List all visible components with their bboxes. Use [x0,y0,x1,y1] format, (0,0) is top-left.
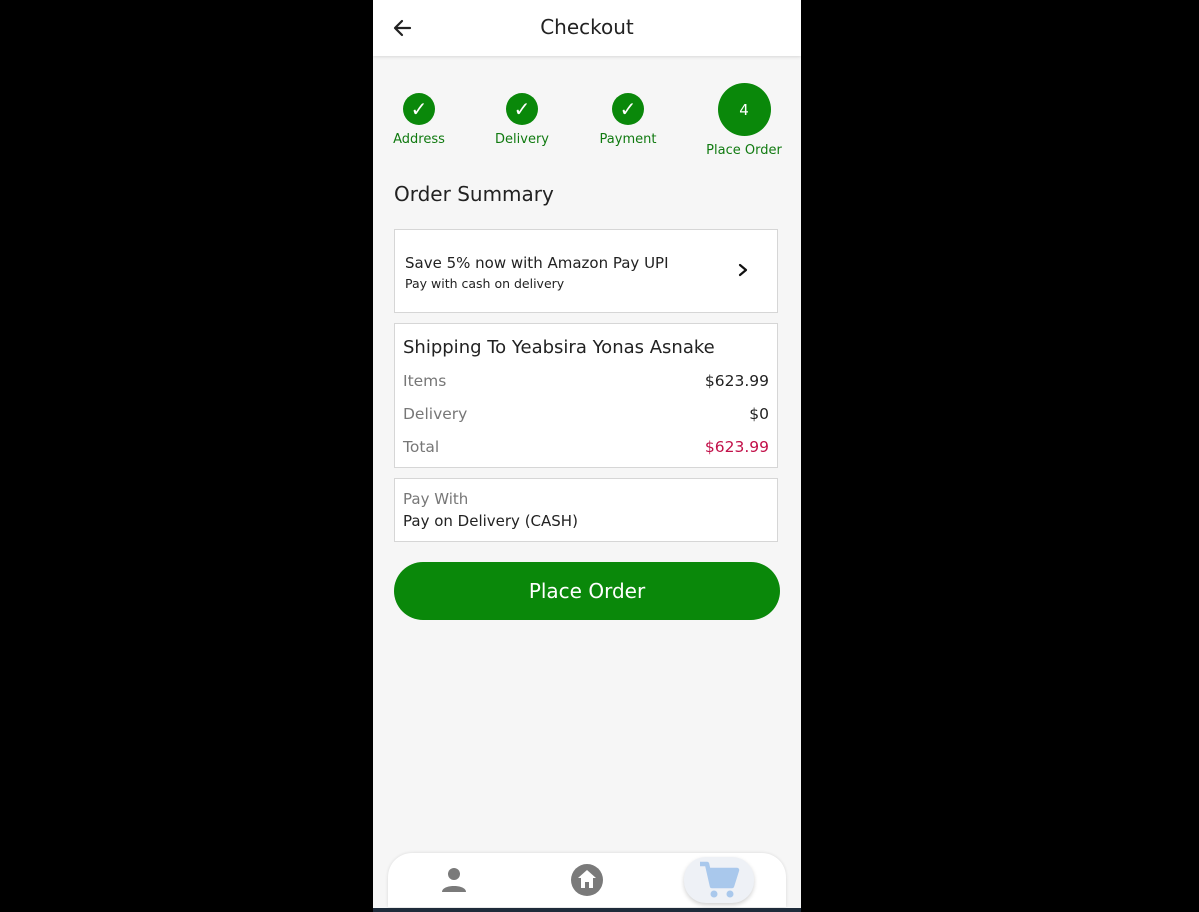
promo-subtitle: Pay with cash on delivery [405,276,565,291]
step-label: Payment [599,132,657,147]
step-place-order[interactable]: 4 Place Order [704,83,784,158]
bottom-divider [373,908,801,912]
delivery-label: Delivery [403,405,468,423]
step-label: Delivery [495,132,549,147]
step-number: 4 [717,83,771,136]
nav-home[interactable] [552,857,622,903]
check-icon: ✓ [506,93,538,125]
home-icon [571,864,603,896]
delivery-value: $0 [749,405,769,423]
delivery-row: Delivery $0 [403,405,769,427]
total-value: $623.99 [704,438,769,456]
order-summary-title: Order Summary [394,182,554,206]
items-row: Items $623.99 [403,372,769,394]
cart-icon [700,861,740,898]
total-label: Total [403,438,440,456]
checkout-stepper: ✓ Address ✓ Delivery ✓ Payment 4 Place O… [373,0,801,170]
step-delivery[interactable]: ✓ Delivery [491,93,553,147]
check-icon: ✓ [612,93,644,125]
chevron-right-icon [738,263,748,277]
check-icon: ✓ [403,93,435,125]
items-label: Items [403,372,447,390]
nav-cart[interactable] [684,857,754,903]
nav-profile[interactable] [419,857,489,903]
total-row: Total $623.99 [403,438,769,460]
pay-with-card[interactable]: Pay With Pay on Delivery (CASH) [394,478,778,542]
promo-title: Save 5% now with Amazon Pay UPI [405,254,669,272]
step-address[interactable]: ✓ Address [388,93,450,147]
items-value: $623.99 [704,372,769,390]
step-label: Address [393,132,445,147]
step-label: Place Order [706,143,782,158]
place-order-button[interactable]: Place Order [394,562,780,620]
amazon-pay-promo[interactable]: Save 5% now with Amazon Pay UPI Pay with… [394,229,778,313]
person-icon [442,868,466,892]
shipping-summary-card: Shipping To Yeabsira Yonas Asnake Items … [394,323,778,468]
checkout-screen: Checkout ✓ Address ✓ Delivery ✓ Payment … [373,0,801,912]
shipping-heading: Shipping To Yeabsira Yonas Asnake [403,337,715,358]
pay-with-label: Pay With [403,490,469,508]
step-payment[interactable]: ✓ Payment [597,93,659,147]
pay-with-value: Pay on Delivery (CASH) [403,512,578,530]
bottom-navigation [388,853,786,907]
